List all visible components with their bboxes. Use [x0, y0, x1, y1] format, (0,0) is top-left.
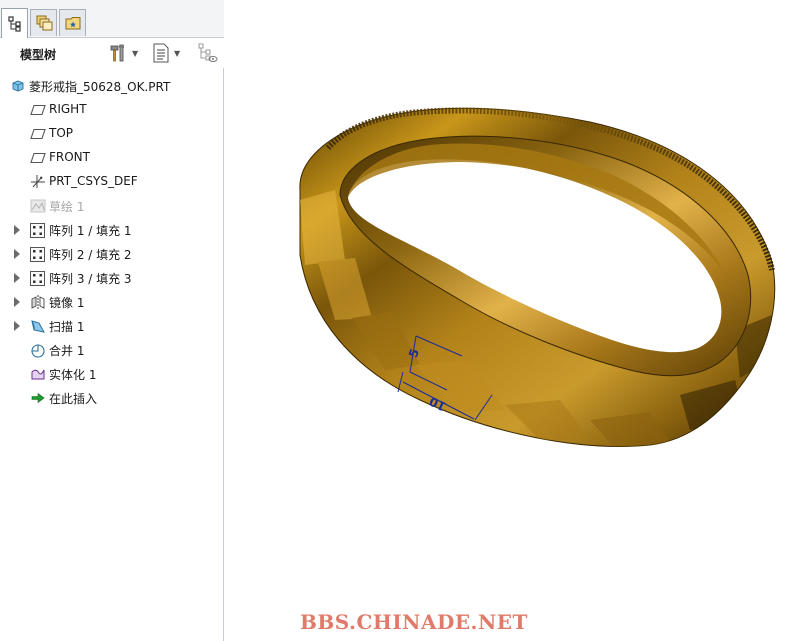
- tree-item-label: RIGHT: [49, 102, 87, 116]
- favorites-folder-icon: [65, 17, 80, 30]
- model-tree-tab[interactable]: [1, 8, 28, 39]
- tree-filter-icon: [198, 43, 218, 62]
- model-tree-title: 模型树: [20, 48, 57, 62]
- expand-arrow-icon[interactable]: [14, 249, 20, 259]
- ring-model[interactable]: 5 10: [225, 0, 796, 641]
- tree-item-label: 合并 1: [49, 344, 85, 358]
- mirror-icon: [29, 294, 46, 310]
- csys-icon: [29, 174, 46, 190]
- tree-item-label: 镜像 1: [49, 296, 85, 310]
- favorites-tab[interactable]: [59, 9, 86, 36]
- model-tree-panel: 模型树 ▼ ▼ 菱形戒指_50628_OK.PRT RIGHT TOP FRON…: [0, 0, 224, 641]
- tree-settings-icon: [153, 43, 169, 63]
- tree-toolbar: 模型树 ▼ ▼: [0, 38, 224, 68]
- tree-item-merge[interactable]: 合并 1: [0, 338, 224, 362]
- datum-plane-icon: [29, 102, 46, 118]
- part-cube-icon: [9, 78, 26, 94]
- tree-item-pattern-2[interactable]: 阵列 2 / 填充 2: [0, 242, 224, 266]
- sweep-icon: [29, 318, 46, 334]
- layers-tab[interactable]: [30, 9, 57, 36]
- sketch-icon: [29, 198, 46, 214]
- panel-tab-strip: [0, 0, 224, 39]
- chevron-down-icon: ▼: [174, 48, 181, 58]
- expand-arrow-icon[interactable]: [14, 273, 20, 283]
- tree-item-front[interactable]: FRONT: [0, 146, 224, 170]
- tree-item-label: 草绘 1: [49, 200, 85, 214]
- datum-plane-icon: [29, 150, 46, 166]
- tree-item-mirror[interactable]: 镜像 1: [0, 290, 224, 314]
- model-tree: 菱形戒指_50628_OK.PRT RIGHT TOP FRONT PRT_CS…: [0, 74, 224, 410]
- watermark-text: BBS.CHINADE.NET: [300, 610, 528, 634]
- tree-settings-button[interactable]: ▼: [152, 42, 180, 64]
- tree-item-label: 在此插入: [49, 392, 98, 406]
- tree-item-csys[interactable]: PRT_CSYS_DEF: [0, 170, 224, 194]
- tree-item-label: PRT_CSYS_DEF: [49, 174, 138, 188]
- insert-here-arrow-icon: [29, 390, 46, 406]
- tree-item-label: 阵列 3 / 填充 3: [49, 272, 132, 286]
- tree-item-pattern-1[interactable]: 阵列 1 / 填充 1: [0, 218, 224, 242]
- solidify-icon: [29, 366, 46, 382]
- tree-root-label: 菱形戒指_50628_OK.PRT: [29, 80, 171, 94]
- tree-root-node[interactable]: 菱形戒指_50628_OK.PRT: [0, 74, 224, 98]
- tree-item-sweep[interactable]: 扫描 1: [0, 314, 224, 338]
- tree-item-label: 阵列 2 / 填充 2: [49, 248, 132, 262]
- expand-arrow-icon[interactable]: [14, 321, 20, 331]
- tree-item-pattern-3[interactable]: 阵列 3 / 填充 3: [0, 266, 224, 290]
- datum-plane-icon: [29, 126, 46, 142]
- tree-item-label: 扫描 1: [49, 320, 85, 334]
- tree-item-insert-here[interactable]: 在此插入: [0, 386, 224, 410]
- pattern-icon: [29, 246, 46, 262]
- tree-item-sketch[interactable]: 草绘 1: [0, 194, 224, 218]
- hammer-wrench-icon: [110, 44, 124, 62]
- expand-arrow-icon[interactable]: [14, 297, 20, 307]
- merge-icon: [29, 342, 46, 358]
- graphics-viewport[interactable]: 5 10 BBS.CHINADE.NET: [225, 0, 796, 641]
- tree-item-label: 阵列 1 / 填充 1: [49, 224, 132, 238]
- pattern-icon: [29, 222, 46, 238]
- pattern-icon: [29, 270, 46, 286]
- tree-item-label: FRONT: [49, 150, 90, 164]
- expand-arrow-icon[interactable]: [14, 225, 20, 235]
- chevron-down-icon: ▼: [132, 48, 139, 58]
- tree-item-label: TOP: [49, 126, 74, 140]
- layers-icon: [36, 15, 52, 31]
- tree-item-label: 实体化 1: [49, 368, 97, 382]
- tree-item-solidify[interactable]: 实体化 1: [0, 362, 224, 386]
- tools-button[interactable]: ▼: [108, 42, 138, 64]
- tree-filter-button[interactable]: [197, 42, 219, 64]
- model-tree-icon: [7, 16, 21, 32]
- tree-item-top[interactable]: TOP: [0, 122, 224, 146]
- tree-item-right[interactable]: RIGHT: [0, 98, 224, 122]
